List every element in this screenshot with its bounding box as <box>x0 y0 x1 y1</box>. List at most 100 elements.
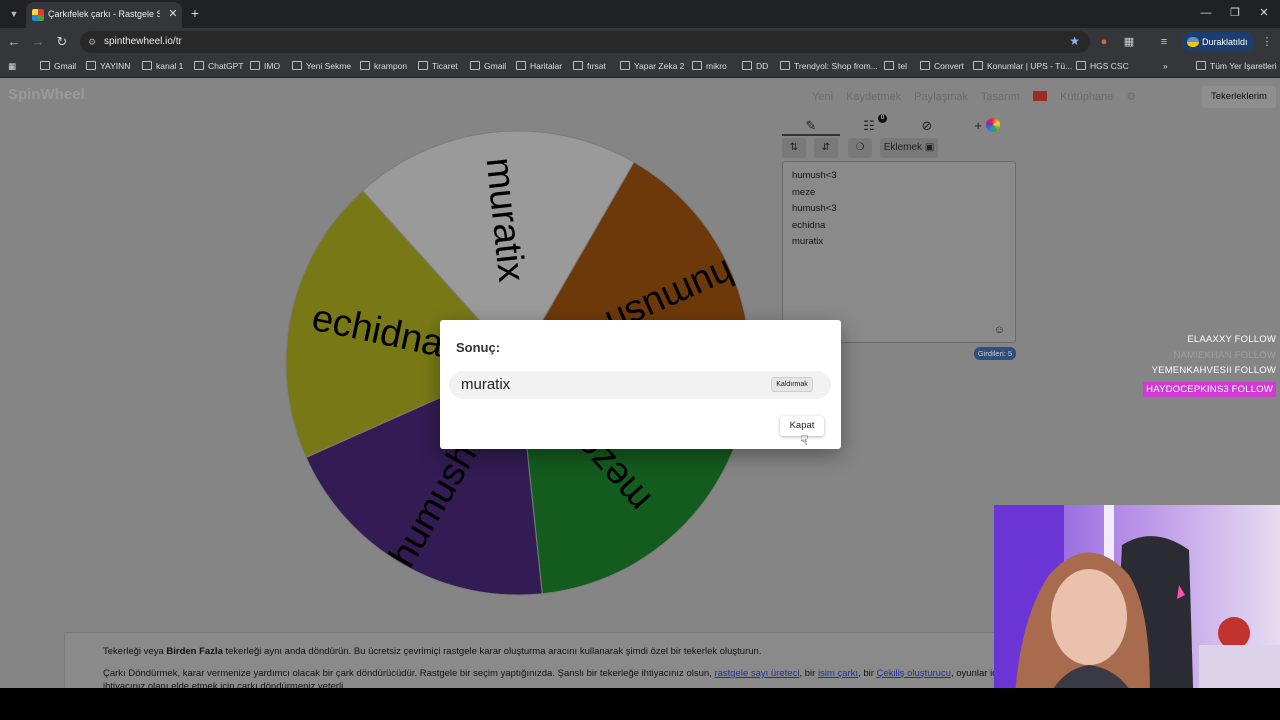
url-text: spinthewheel.io/tr <box>104 36 182 47</box>
settings-gear-icon[interactable]: ⚙ <box>1126 91 1136 103</box>
bookmarks-overflow-icon[interactable]: » <box>1163 61 1168 71</box>
maximize-button[interactable]: ❐ <box>1221 4 1249 22</box>
info-text: , bir <box>799 668 818 679</box>
folder-icon <box>360 61 370 70</box>
bookmark-label: IMO <box>264 61 281 71</box>
new-tab-button[interactable]: + <box>188 6 202 20</box>
tab-add-wheel[interactable]: + <box>958 116 1016 136</box>
address-bar[interactable]: ⚙ spinthewheel.io/tr ★ <box>80 31 1090 53</box>
window-close-button[interactable]: ✕ <box>1250 4 1278 22</box>
site-info-icon[interactable]: ⚙ <box>88 36 100 48</box>
follow-alert: NAMIEKHAN FOLLOW <box>1173 349 1276 361</box>
apps-grid-icon[interactable]: ▦ <box>8 61 16 72</box>
stream-follow-overlay: ELAAXXY FOLLOW NAMIEKHAN FOLLOW YEMENKAH… <box>1136 332 1276 397</box>
extensions-puzzle-icon[interactable]: ▦ <box>1122 35 1136 49</box>
extension-fox-icon[interactable]: ● <box>1097 35 1111 49</box>
bookmark-item[interactable]: kanal 1 <box>142 61 183 71</box>
image-button[interactable]: ❍ <box>848 138 872 158</box>
nav-library[interactable]: Kütüphane <box>1060 91 1113 103</box>
shuffle-icon: ⇅ <box>789 142 799 153</box>
nav-new[interactable]: Yeni <box>812 91 833 103</box>
nav-save[interactable]: Kaydetmek <box>846 91 901 103</box>
bookmark-item[interactable]: mikro <box>692 61 727 71</box>
name-wheel-link[interactable]: isim çarkı <box>818 668 858 679</box>
tab-results[interactable]: ☷ 0 <box>840 114 898 136</box>
forward-arrow-icon[interactable]: → <box>30 34 46 50</box>
entry-line: echidna <box>792 219 826 231</box>
bookmark-item[interactable]: Ticaret <box>418 61 458 71</box>
bookmark-label: YAYINN <box>100 61 131 71</box>
bookmark-item[interactable]: Konumlar | UPS - Tü... <box>973 61 1072 71</box>
bookmark-item[interactable]: krampon <box>360 61 407 71</box>
trendyol-icon <box>780 61 790 70</box>
folder-icon <box>573 61 583 70</box>
bookmark-label: Yeni Sekme <box>306 61 352 71</box>
turkish-flag-icon[interactable] <box>1033 91 1048 101</box>
remove-button[interactable]: Kaldırmak <box>771 377 813 392</box>
back-arrow-icon[interactable]: ← <box>6 34 22 50</box>
favicon-icon <box>32 9 44 21</box>
bookmark-item[interactable]: tel <box>884 61 907 71</box>
all-bookmarks[interactable]: Tüm Yer İşaretleri <box>1196 61 1277 71</box>
bookmark-star-icon[interactable]: ★ <box>1069 34 1080 48</box>
chatgpt-icon <box>194 61 204 70</box>
nav-share[interactable]: Paylaşmak <box>914 91 968 103</box>
reading-list-icon[interactable]: ≡ <box>1157 35 1171 49</box>
tab-close-icon[interactable]: ✕ <box>166 7 180 21</box>
bookmark-label: krampon <box>374 61 408 71</box>
bookmark-item[interactable]: HGS CSC <box>1076 61 1129 71</box>
bookmark-item[interactable]: ChatGPT <box>194 61 243 71</box>
site-logo[interactable]: SpinWheel <box>8 86 85 103</box>
bookmark-label: Ticaret <box>432 61 458 71</box>
bookmark-label: tel <box>898 61 907 71</box>
follow-alert-highlight: HAYDOCEPKINS3 FOLLOW <box>1143 381 1276 397</box>
info-text: Tekerleği veya <box>103 646 167 657</box>
entries-textarea[interactable]: humush<3 meze humush<3 echidna muratix ☺ <box>782 161 1016 343</box>
bookmark-item[interactable]: Yeni Sekme <box>292 61 351 71</box>
bookmark-item[interactable]: Haritalar <box>516 61 562 71</box>
bookmark-item[interactable]: Gmail <box>470 61 506 71</box>
bookmarks-bar: ▦ Gmail YAYINN kanal 1 ChatGPT IMO Yeni … <box>0 56 1280 78</box>
info-bold: Birden Fazla <box>166 646 223 657</box>
entry-line: humush<3 <box>792 170 837 181</box>
shuffle-button[interactable]: ⇅ <box>782 138 806 158</box>
tab-search-chevron-icon[interactable]: ▼ <box>6 6 22 22</box>
bookmark-item[interactable]: fırsat <box>573 61 606 71</box>
folder-icon <box>1196 61 1206 70</box>
folder-icon <box>742 61 752 70</box>
bookmark-item[interactable]: Convert <box>920 61 964 71</box>
browser-menu-icon[interactable]: ⋮ <box>1260 35 1274 49</box>
bookmark-item[interactable]: DD <box>742 61 768 71</box>
sort-button[interactable]: ⇵ <box>814 138 838 158</box>
bookmark-label: Gmail <box>484 61 507 71</box>
profile-paused-button[interactable]: Duraklatıldı <box>1182 32 1254 52</box>
nav-design[interactable]: Tasarım <box>981 91 1020 103</box>
folder-icon <box>692 61 702 70</box>
bookmark-item[interactable]: YAYINN <box>86 61 130 71</box>
raffle-link[interactable]: Çekiliş oluşturucu <box>877 668 951 679</box>
bookmark-item[interactable]: Trendyol: Shop from... <box>780 61 878 71</box>
tab-hidden[interactable]: ⊘ <box>898 116 956 136</box>
bookmark-label: DD <box>756 61 769 71</box>
minimize-button[interactable]: — <box>1192 4 1220 22</box>
bookmark-item[interactable]: IMO <box>250 61 280 71</box>
bookmark-item[interactable]: Gmail <box>40 61 76 71</box>
bookmark-favicon-icon <box>470 61 480 70</box>
entry-line: muratix <box>792 236 824 248</box>
bookmark-label: Convert <box>934 61 964 71</box>
plush-toy <box>1218 617 1250 649</box>
random-number-link[interactable]: rastgele sayı üreteci <box>714 668 799 679</box>
site-nav: Yeni Kaydetmek Paylaşmak Tasarım Kütüpha… <box>812 90 1146 103</box>
add-entry-button[interactable]: Eklemek ▣ <box>880 138 938 158</box>
browser-tab-active[interactable]: Çarkıfelek çarkı - Rastgele Seçe ✕ <box>26 2 182 28</box>
tab-edit[interactable]: ✎ <box>782 116 840 136</box>
image-icon: ❍ <box>855 142 865 153</box>
reload-icon[interactable]: ↻ <box>54 34 70 50</box>
my-wheels-button[interactable]: Tekerleklerim <box>1202 86 1276 108</box>
info-text: tekerleği aynı anda döndürün. Bu ücretsi… <box>222 646 762 657</box>
all-bookmarks-label: Tüm Yer İşaretleri <box>1210 61 1277 71</box>
smiley-icon[interactable]: ☺ <box>994 324 1005 336</box>
bookmark-item[interactable]: Yapar Zeka 2 <box>620 61 684 71</box>
folder-icon <box>142 61 152 70</box>
folder-icon <box>884 61 894 70</box>
